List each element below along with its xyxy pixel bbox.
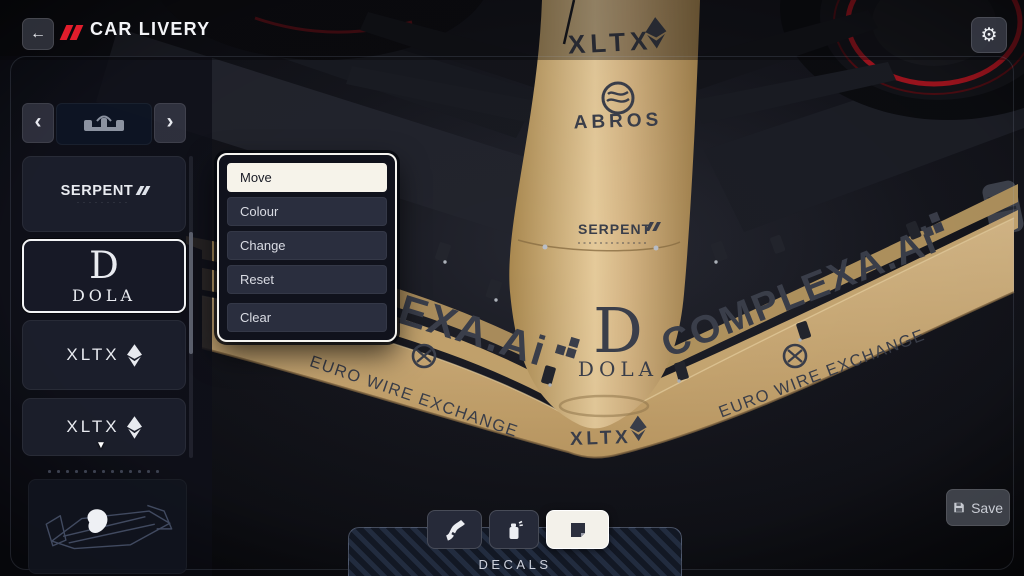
chevron-right-icon: › bbox=[167, 110, 174, 134]
carousel-prev-button[interactable]: ‹ bbox=[22, 103, 54, 143]
xltx-brand-label: XLTX bbox=[66, 345, 119, 365]
scroll-down-icon[interactable]: ▼ bbox=[96, 440, 106, 451]
settings-button[interactable]: ⚙ bbox=[971, 17, 1007, 53]
serpent-brand-label: SERPENT bbox=[61, 183, 134, 199]
decals-mode-button[interactable] bbox=[546, 510, 609, 549]
decal-context-menu: Move Colour Change Reset Clear bbox=[217, 153, 397, 342]
decals-tab-label: DECALS bbox=[478, 557, 551, 572]
front-wing-wireframe bbox=[35, 488, 181, 566]
back-arrow-icon: ← bbox=[30, 25, 46, 43]
part-preview-panel bbox=[28, 479, 187, 574]
dola-monogram: D bbox=[89, 248, 119, 284]
car-front-icon bbox=[83, 112, 125, 136]
menu-item-colour[interactable]: Colour bbox=[227, 197, 387, 226]
red-slashes-icon bbox=[63, 25, 80, 40]
decal-sidebar: ‹ › SERPENT bbox=[22, 103, 186, 456]
top-bar: ← CAR LIVERY bbox=[0, 0, 1024, 56]
car-view-selector[interactable] bbox=[56, 103, 152, 145]
serpent-mark-icon bbox=[138, 186, 147, 195]
xltx-brand-label: XLTX bbox=[66, 417, 119, 437]
scrollbar-thumb[interactable] bbox=[189, 232, 193, 354]
decal-list: SERPENT ········· D DOLA XLTX bbox=[22, 156, 186, 456]
menu-item-clear[interactable]: Clear bbox=[227, 303, 387, 332]
livery-swoosh-icon bbox=[444, 519, 466, 541]
car-livery-screen: XLTX ABROS SERPENT D DOLA XLTX bbox=[0, 0, 1024, 576]
carousel-next-button[interactable]: › bbox=[154, 103, 186, 143]
livery-mode-button[interactable] bbox=[427, 510, 482, 549]
save-label: Save bbox=[971, 500, 1003, 516]
menu-item-reset[interactable]: Reset bbox=[227, 265, 387, 294]
sticker-icon bbox=[567, 519, 589, 541]
floppy-disk-icon bbox=[953, 500, 965, 515]
highlighted-nose-part bbox=[87, 509, 107, 533]
serpent-tagline: ········· bbox=[77, 200, 131, 206]
sidebar-scrollbar[interactable] bbox=[189, 156, 193, 458]
spray-can-icon bbox=[503, 519, 525, 541]
decal-item-xltx-1[interactable]: XLTX bbox=[22, 320, 186, 390]
eth-diamond-icon bbox=[127, 344, 142, 367]
menu-item-change[interactable]: Change bbox=[227, 231, 387, 260]
gear-icon: ⚙ bbox=[980, 24, 997, 47]
save-button[interactable]: Save bbox=[946, 489, 1010, 526]
page-title: CAR LIVERY bbox=[90, 19, 210, 40]
menu-item-move[interactable]: Move bbox=[227, 163, 387, 192]
decal-item-serpent[interactable]: SERPENT ········· bbox=[22, 156, 186, 232]
editor-mode-toolbar bbox=[427, 510, 609, 549]
chevron-left-icon: ‹ bbox=[35, 110, 42, 134]
eth-diamond-icon bbox=[127, 416, 142, 439]
view-carousel: ‹ › bbox=[22, 103, 186, 143]
dotted-divider bbox=[48, 470, 159, 473]
paint-mode-button[interactable] bbox=[489, 510, 539, 549]
back-button[interactable]: ← bbox=[22, 18, 54, 50]
decal-item-dola-selected[interactable]: D DOLA bbox=[22, 239, 186, 313]
dola-brand-label: DOLA bbox=[72, 286, 136, 305]
